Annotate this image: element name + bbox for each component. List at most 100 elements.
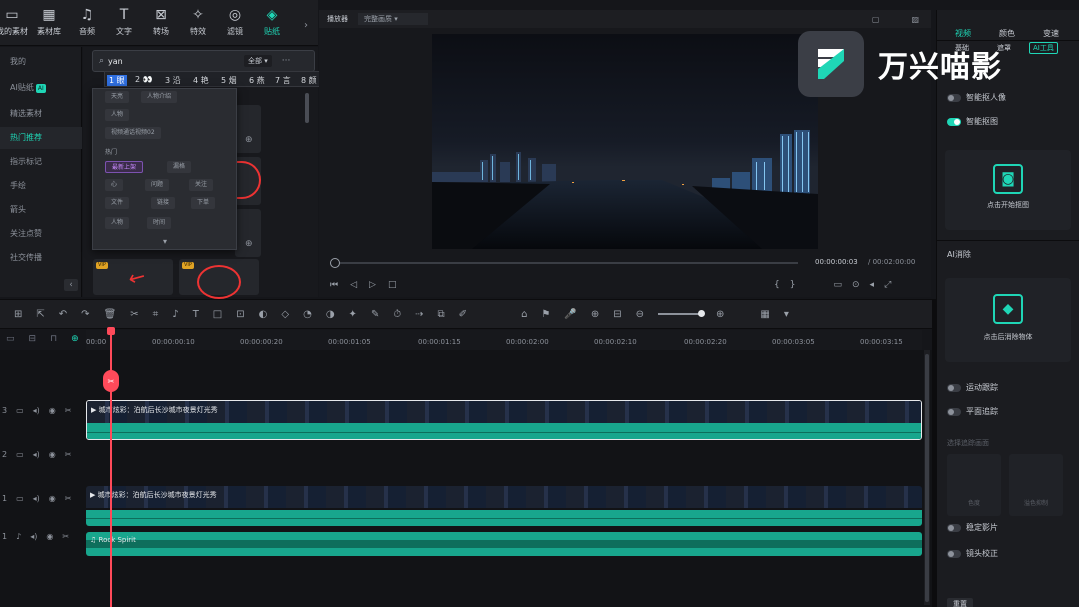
stop-icon[interactable]: □ bbox=[388, 280, 397, 290]
suggest-tag[interactable]: 视频通话视频02 bbox=[105, 127, 161, 139]
smart-cutout-toggle[interactable] bbox=[947, 117, 961, 126]
voiceover-icon[interactable]: ⊕ bbox=[591, 309, 599, 320]
suggest-tag[interactable]: 问题 bbox=[145, 179, 170, 191]
redo-icon[interactable]: ↷ bbox=[81, 309, 89, 320]
add-track-icon[interactable]: ▭ bbox=[6, 334, 15, 344]
suggest-tag[interactable]: 时间 bbox=[147, 217, 172, 229]
nav-item-follow-like[interactable]: 关注点赞 bbox=[0, 223, 82, 245]
mic-icon[interactable]: 🎤 bbox=[564, 309, 576, 320]
suggest-tag[interactable]: 链接 bbox=[151, 197, 176, 209]
tool-sticker[interactable]: ◈ 贴纸 bbox=[254, 6, 290, 37]
motion-track-toggle[interactable] bbox=[947, 383, 961, 392]
subtab-ai-tools[interactable]: AI工具 bbox=[1029, 42, 1058, 54]
monitor-icon[interactable]: ▭ bbox=[833, 280, 842, 290]
text-tool-icon[interactable]: T bbox=[193, 309, 199, 320]
delete-icon[interactable]: 🗑 bbox=[104, 309, 117, 320]
transform-icon[interactable]: ⊡ bbox=[236, 309, 244, 320]
stabilize-toggle[interactable] bbox=[947, 523, 961, 532]
suggest-tag[interactable]: 人物 bbox=[105, 217, 130, 229]
suggest-tag[interactable]: 人物 bbox=[105, 109, 130, 121]
lock-icon[interactable]: ✂ bbox=[65, 494, 72, 503]
sticker-tile[interactable]: ⊕ bbox=[235, 105, 261, 153]
tool-audio[interactable]: ♫ 音频 bbox=[69, 6, 105, 37]
video-clip[interactable]: ▶ 城市炫彩：泊航后长沙城市夜景灯光秀 bbox=[86, 486, 922, 526]
zoom-slider[interactable] bbox=[658, 310, 706, 317]
plane-track-toggle[interactable] bbox=[947, 407, 961, 416]
collapse-nav-icon[interactable]: ‹ bbox=[64, 279, 78, 291]
motion-icon[interactable]: ⇢ bbox=[415, 309, 423, 320]
ime-candidate[interactable]: 3 沿 bbox=[165, 75, 181, 86]
lock-icon[interactable]: ✂ bbox=[65, 450, 72, 459]
edit-icon[interactable]: ✎ bbox=[371, 309, 379, 320]
start-cutout-button[interactable]: ◙ 点击开始抠图 bbox=[945, 150, 1071, 230]
ime-candidate[interactable]: 4 艳 bbox=[193, 75, 209, 86]
mark-in-icon[interactable]: { bbox=[774, 280, 780, 290]
volume-icon[interactable]: ◂) bbox=[33, 450, 40, 459]
timeline-vertical-scrollbar[interactable] bbox=[924, 350, 930, 605]
player-progress-track[interactable] bbox=[340, 262, 798, 264]
step-back-icon[interactable]: ◁ bbox=[350, 280, 357, 290]
audio-clip[interactable]: ♫ Rock Spirit bbox=[86, 532, 922, 556]
volume-icon[interactable]: ◂) bbox=[33, 406, 40, 415]
grid-scrollbar[interactable] bbox=[305, 93, 309, 123]
fullscreen-icon[interactable]: ⤢ bbox=[884, 280, 891, 290]
playhead-top-handle[interactable] bbox=[107, 327, 115, 335]
pen-icon[interactable]: ✐ bbox=[459, 309, 467, 320]
video-clip-selected[interactable]: ▶ 城市炫彩：泊航后长沙城市夜景灯光秀 bbox=[86, 400, 922, 440]
ime-candidate[interactable]: 5 烟 bbox=[221, 75, 237, 86]
suggest-tag[interactable]: 天亮 bbox=[105, 91, 130, 103]
image-icon[interactable]: ▨ bbox=[911, 15, 919, 24]
toolbar-more-icon[interactable]: › bbox=[304, 20, 308, 31]
search-filter-select[interactable]: 全部 ▾ bbox=[244, 55, 272, 67]
zoom-out-icon[interactable]: ⊖ bbox=[636, 309, 644, 320]
lock-icon[interactable]: ✂ bbox=[62, 532, 69, 541]
audio-icon[interactable]: ♪ bbox=[172, 309, 178, 320]
render-icon[interactable]: ⌂ bbox=[521, 309, 527, 320]
ai-remove-button[interactable]: ◆ 点击后消除物体 bbox=[945, 278, 1071, 362]
nav-item-featured[interactable]: 精选素材 bbox=[0, 103, 82, 125]
timeline-ruler[interactable]: 00:00 00:00:00:10 00:00:00:20 00:00:01:0… bbox=[86, 330, 922, 350]
magnet-icon[interactable]: ⊓ bbox=[50, 334, 57, 344]
quality-select[interactable]: 完整画质 ▾ bbox=[358, 13, 428, 25]
tool-library[interactable]: ▦ 素材库 bbox=[31, 6, 67, 37]
marker-track-icon[interactable]: ⊕ bbox=[71, 334, 79, 344]
snap-icon[interactable]: ⊟ bbox=[613, 309, 621, 320]
spill-button[interactable]: 溢色抑制 bbox=[1009, 454, 1063, 516]
video-preview[interactable] bbox=[432, 34, 818, 249]
camera-icon[interactable]: ⊙ bbox=[852, 280, 860, 290]
nav-item-mine[interactable]: 我的 bbox=[0, 51, 82, 73]
settings-icon[interactable]: ▾ bbox=[784, 309, 789, 320]
chromakey-button[interactable]: 色度 bbox=[947, 454, 1001, 516]
eye-icon[interactable]: ◉ bbox=[49, 494, 56, 503]
tool-filter[interactable]: ◎ 滤镜 bbox=[217, 6, 253, 37]
eye-icon[interactable]: ◉ bbox=[49, 450, 56, 459]
timer-icon[interactable]: ⏱ bbox=[393, 309, 401, 320]
playhead-scissors-icon[interactable]: ✂ bbox=[103, 370, 119, 392]
mark-out-icon[interactable]: } bbox=[790, 280, 796, 290]
suggest-tag[interactable]: 心 bbox=[105, 179, 124, 191]
suggest-tag[interactable]: 下单 bbox=[191, 197, 216, 209]
tool-text[interactable]: T 文字 bbox=[106, 6, 142, 37]
sticker-tile[interactable]: ⊕ bbox=[235, 209, 261, 257]
layout-icon[interactable]: ⊞ bbox=[14, 309, 22, 320]
suggest-tag[interactable]: 关注 bbox=[189, 179, 214, 191]
eye-icon[interactable]: ◉ bbox=[46, 532, 53, 541]
lock-icon[interactable]: ✂ bbox=[65, 406, 72, 415]
tab-speed[interactable]: 变速 bbox=[1043, 28, 1059, 39]
nav-item-markers[interactable]: 指示标记 bbox=[0, 151, 82, 173]
stabilize-icon[interactable]: ⧉ bbox=[438, 309, 445, 320]
grid-view-icon[interactable]: ▦ bbox=[760, 309, 769, 320]
zoom-in-icon[interactable]: ⊕ bbox=[716, 309, 724, 320]
reset-button[interactable]: 重置 bbox=[947, 598, 973, 607]
tool-transition[interactable]: ⊠ 转场 bbox=[143, 6, 179, 37]
split-icon[interactable]: ✂ bbox=[130, 309, 138, 320]
sticker-tile[interactable]: VIP ↙ bbox=[93, 259, 173, 295]
ime-candidate[interactable]: 7 言 bbox=[275, 75, 291, 86]
suggest-tag[interactable]: 最新上架 bbox=[105, 161, 144, 173]
tool-effects[interactable]: ✧ 特效 bbox=[180, 6, 216, 37]
crop-icon[interactable]: ⌗ bbox=[153, 309, 159, 320]
suggest-tag[interactable]: 漏格 bbox=[167, 161, 192, 173]
suggest-tag[interactable]: 文件 bbox=[105, 197, 130, 209]
nav-item-ai-sticker[interactable]: AI贴纸 AI bbox=[0, 77, 82, 99]
color-icon[interactable]: ◐ bbox=[259, 309, 268, 320]
